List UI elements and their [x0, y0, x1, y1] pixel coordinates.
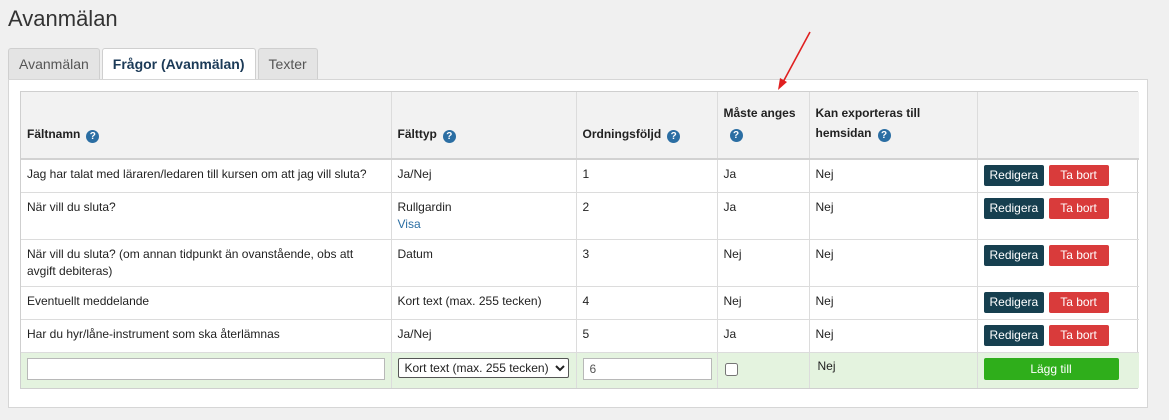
column-header-falttyp: Fälttyp?	[391, 92, 577, 160]
cell-export: Nej	[809, 239, 978, 287]
cell-name: Har du hyr/låne-instrument som ska återl…	[21, 319, 392, 353]
cell-type: Ja/Nej	[391, 159, 577, 193]
cell-order: 5	[576, 319, 718, 353]
column-label: Fälttyp	[397, 127, 437, 141]
help-icon[interactable]: ?	[667, 130, 681, 143]
tab-texter[interactable]: Texter	[257, 48, 318, 80]
cell-actions: Redigera Ta bort	[977, 319, 1139, 353]
table-row: När vill du sluta? (om annan tidpunkt än…	[21, 239, 1139, 287]
order-input[interactable]	[582, 358, 712, 380]
cell-name: Eventuellt meddelande	[21, 286, 392, 320]
cell-name: När vill du sluta?	[21, 192, 392, 240]
cell-order: 1	[576, 159, 718, 193]
cell-actions: Redigera Ta bort	[977, 286, 1139, 320]
table-row: Har du hyr/låne-instrument som ska återl…	[21, 319, 1139, 353]
cell-new-name	[21, 352, 392, 388]
cell-export: Nej	[809, 319, 978, 353]
cell-export: Nej	[809, 286, 978, 320]
column-label: Kan exporteras till hemsidan	[815, 106, 921, 140]
help-icon[interactable]: ?	[442, 130, 456, 143]
cell-actions: Redigera Ta bort	[977, 192, 1139, 240]
cell-type: Ja/Nej	[391, 319, 577, 353]
required-checkbox[interactable]	[724, 363, 738, 376]
cell-new-order	[576, 352, 718, 388]
cell-actions: Redigera Ta bort	[977, 239, 1139, 287]
cell-export: Nej	[809, 159, 978, 193]
cell-order: 3	[576, 239, 718, 287]
cell-type: Datum	[391, 239, 577, 287]
column-label: Fältnamn	[27, 127, 81, 141]
delete-button[interactable]: Ta bort	[1048, 245, 1109, 266]
cell-required: Nej	[717, 239, 810, 287]
table-row: Jag har talat med läraren/ledaren till k…	[21, 159, 1139, 193]
table-header-row: Fältnamn? Fälttyp? Ordningsföljd? Måste …	[21, 92, 1139, 160]
field-type-select[interactable]: Kort text (max. 255 tecken)	[397, 358, 569, 378]
add-question-row: Kort text (max. 255 tecken) Nej Lägg til…	[21, 352, 1139, 388]
show-options-link[interactable]: Visa	[398, 216, 570, 233]
column-label: Ordningsföljd	[582, 127, 662, 141]
table-row: När vill du sluta? Rullgardin Visa 2 Ja …	[21, 192, 1139, 240]
new-field-name-input[interactable]	[27, 358, 385, 380]
edit-button[interactable]: Redigera	[983, 198, 1045, 219]
tab-fragor[interactable]: Frågor (Avanmälan)	[101, 48, 256, 81]
questions-table-wrapper: Fältnamn? Fälttyp? Ordningsföljd? Måste …	[20, 91, 1139, 389]
page-title: Avanmälan	[8, 6, 118, 31]
cell-required: Ja	[717, 319, 810, 353]
help-icon[interactable]: ?	[86, 130, 100, 143]
column-header-actions	[977, 92, 1139, 160]
add-button[interactable]: Lägg till	[983, 358, 1119, 380]
cell-name: När vill du sluta? (om annan tidpunkt än…	[21, 239, 392, 287]
table-row: Eventuellt meddelande Kort text (max. 25…	[21, 286, 1139, 320]
column-header-maste-anges: Måste anges?	[717, 92, 810, 160]
tab-bar: Avanmälan Frågor (Avanmälan) Texter	[8, 48, 318, 81]
delete-button[interactable]: Ta bort	[1048, 165, 1109, 186]
tab-avanmalan[interactable]: Avanmälan	[8, 48, 100, 80]
arrow-shaft	[781, 31, 811, 85]
column-header-faltnamn: Fältnamn?	[21, 92, 392, 160]
cell-required: Ja	[717, 159, 810, 193]
cell-new-required	[717, 352, 810, 388]
cell-order: 2	[576, 192, 718, 240]
help-icon[interactable]: ?	[729, 129, 743, 142]
cell-required: Nej	[717, 286, 810, 320]
cell-type: Kort text (max. 255 tecken)	[391, 286, 577, 320]
questions-table: Fältnamn? Fälttyp? Ordningsföljd? Måste …	[21, 92, 1139, 388]
cell-required: Ja	[717, 192, 810, 240]
column-header-ordningsfoljd: Ordningsföljd?	[576, 92, 718, 160]
cell-new-export: Nej	[809, 352, 978, 388]
column-label: Måste anges	[723, 106, 796, 120]
delete-button[interactable]: Ta bort	[1048, 325, 1109, 346]
cell-actions: Redigera Ta bort	[977, 159, 1139, 193]
cell-order: 4	[576, 286, 718, 320]
edit-button[interactable]: Redigera	[983, 292, 1045, 313]
cell-type: Rullgardin Visa	[391, 192, 577, 240]
cell-new-actions: Lägg till	[977, 352, 1139, 388]
edit-button[interactable]: Redigera	[983, 165, 1045, 186]
delete-button[interactable]: Ta bort	[1048, 198, 1109, 219]
help-icon[interactable]: ?	[877, 129, 891, 142]
content-panel: Fältnamn? Fälttyp? Ordningsföljd? Måste …	[8, 79, 1148, 408]
delete-button[interactable]: Ta bort	[1048, 292, 1109, 313]
cell-new-type: Kort text (max. 255 tecken)	[391, 352, 577, 388]
edit-button[interactable]: Redigera	[983, 325, 1045, 346]
column-header-kan-exporteras: Kan exporteras till hemsidan?	[809, 92, 978, 160]
type-label: Rullgardin	[397, 200, 452, 214]
cell-name: Jag har talat med läraren/ledaren till k…	[21, 159, 392, 193]
edit-button[interactable]: Redigera	[983, 245, 1045, 266]
cell-export: Nej	[809, 192, 978, 240]
